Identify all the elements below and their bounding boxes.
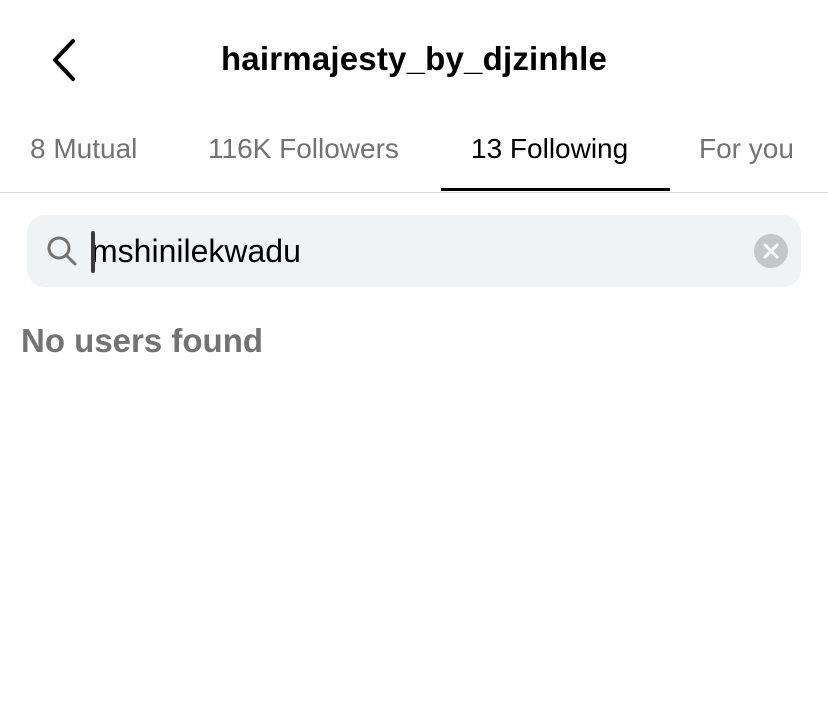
- tab-mutual[interactable]: 8 Mutual: [30, 120, 137, 192]
- header: hairmajesty_by_djzinhle: [0, 0, 828, 120]
- search-icon: [47, 236, 77, 266]
- tab-following[interactable]: 13 Following: [471, 120, 628, 192]
- search-bar: [27, 215, 801, 287]
- search-input[interactable]: [91, 225, 731, 277]
- active-tab-indicator: [441, 188, 670, 191]
- clear-search-button[interactable]: [754, 234, 788, 268]
- tab-bar: 8 Mutual 116K Followers 13 Following For…: [0, 120, 828, 193]
- tab-followers[interactable]: 116K Followers: [208, 120, 399, 192]
- empty-results-message: No users found: [21, 322, 264, 359]
- tab-for-you[interactable]: For you: [699, 120, 794, 192]
- clear-icon: [763, 243, 779, 259]
- text-caret: [91, 231, 95, 273]
- page-title: hairmajesty_by_djzinhle: [220, 40, 608, 77]
